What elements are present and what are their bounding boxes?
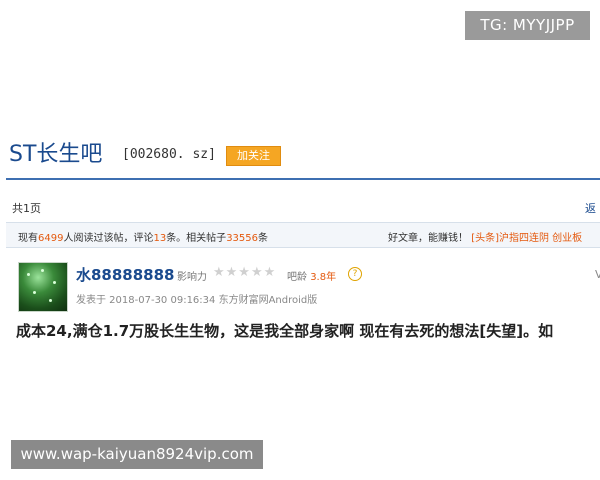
more-icon[interactable]: V [595, 268, 600, 281]
bar-age: 吧龄 3.8年 [287, 268, 336, 283]
stats-related-suffix: 条 [258, 233, 268, 244]
post-content: 成本24,满仓1.7万股长生生物，这是我全部身家啊 现在有去死的想法[失望]。如 [16, 322, 554, 340]
avatar[interactable] [18, 262, 68, 312]
post-meta: 发表于 2018-07-30 09:16:34 东方财富网Android版 [76, 295, 318, 306]
read-stats: 现有6499人阅读过该帖，评论13条。相关帖子33556条 [18, 229, 268, 244]
age-label: 吧龄 [287, 272, 307, 283]
promo-text: 好文章，能赚钱！ [388, 233, 468, 244]
username[interactable]: 水88888888 [76, 264, 175, 285]
age-value: 3.8年 [310, 272, 337, 283]
stats-prefix: 现有 [18, 233, 38, 244]
stats-readers-suffix: 人阅读过该帖，评论 [63, 233, 154, 244]
promo: 好文章，能赚钱！ [头条]沪指四连阴 创业板 [388, 229, 582, 244]
header-divider [6, 178, 600, 180]
help-icon[interactable]: ? [348, 267, 362, 281]
reader-count: 6499 [38, 233, 64, 244]
influence-stars: ★★★★★ [213, 265, 277, 280]
related-count[interactable]: 33556 [226, 233, 258, 244]
stats-bar: 现有6499人阅读过该帖，评论13条。相关帖子33556条 好文章，能赚钱！ [… [6, 222, 600, 248]
tg-badge: TG: MYYJJPP [465, 11, 590, 40]
post: 水88888888 影响力 ★★★★★ 吧龄 3.8年 ? 发表于 2018-0… [6, 252, 600, 342]
total-pages: 共1页 [12, 202, 41, 215]
stock-code: [002680. sz] [122, 147, 216, 162]
follow-button[interactable]: 加关注 [226, 146, 281, 166]
watermark: www.wap-kaiyuan8924vip.com [11, 440, 263, 469]
back-link[interactable]: 返 [585, 200, 596, 216]
comment-count: 13 [153, 233, 167, 244]
bar-header: ST长生吧 [002680. sz] 加关注 [9, 138, 599, 172]
influence-label: 影响力 [177, 272, 207, 283]
stats-comments-suffix: 条。相关帖子 [166, 233, 227, 244]
bar-title[interactable]: ST长生吧 [9, 138, 102, 172]
headline-link[interactable]: [头条]沪指四连阴 创业板 [471, 233, 582, 244]
